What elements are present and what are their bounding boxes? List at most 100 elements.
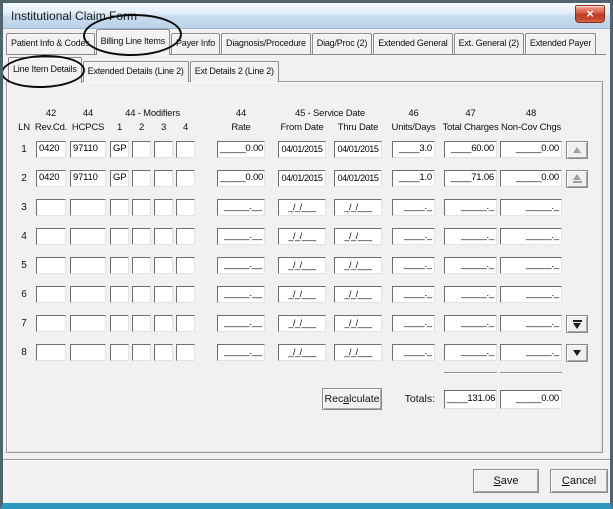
total-charges-field[interactable]: _____._	[444, 228, 497, 245]
non-cov-chgs-field[interactable]: _____._	[500, 199, 562, 216]
modifier-3-field[interactable]	[154, 199, 173, 216]
rate-field[interactable]: _____0.00	[217, 170, 265, 187]
rate-field[interactable]: _____.__	[217, 344, 265, 361]
hcpcs-field[interactable]	[70, 228, 106, 245]
scroll-to-top-button[interactable]	[566, 170, 588, 188]
from-date-field[interactable]: _/_/___	[278, 199, 326, 216]
scroll-down-button[interactable]	[566, 344, 588, 362]
outer-tab-extended-payer[interactable]: Extended Payer	[525, 33, 596, 54]
inner-tab-extended-details-line-2[interactable]: Extended Details (Line 2)	[83, 61, 189, 82]
total-charges-field[interactable]: _____._	[444, 257, 497, 274]
non-cov-chgs-field[interactable]: _____._	[500, 315, 562, 332]
modifier-4-field[interactable]	[176, 257, 195, 274]
modifier-1-field[interactable]	[110, 228, 129, 245]
units-days-field[interactable]: ____._	[392, 315, 435, 332]
thru-date-field[interactable]: _/_/___	[334, 257, 382, 274]
modifier-1-field[interactable]	[110, 315, 129, 332]
units-days-field[interactable]: ____._	[392, 344, 435, 361]
modifier-3-field[interactable]	[154, 257, 173, 274]
units-days-field[interactable]: ____._	[392, 286, 435, 303]
thru-date-field[interactable]: _/_/___	[334, 286, 382, 303]
total-charges-field[interactable]: ____60.00	[444, 141, 497, 158]
modifier-3-field[interactable]	[154, 315, 173, 332]
hcpcs-field[interactable]	[70, 344, 106, 361]
from-date-field[interactable]: _/_/___	[278, 315, 326, 332]
rate-field[interactable]: _____.__	[217, 228, 265, 245]
modifier-2-field[interactable]	[132, 344, 151, 361]
non-cov-chgs-field[interactable]: _____._	[500, 228, 562, 245]
rev-code-field[interactable]	[36, 315, 66, 332]
non-cov-chgs-field[interactable]: _____._	[500, 257, 562, 274]
modifier-4-field[interactable]	[176, 344, 195, 361]
total-charges-field[interactable]: ____71.06	[444, 170, 497, 187]
modifier-2-field[interactable]	[132, 257, 151, 274]
units-days-field[interactable]: ____._	[392, 199, 435, 216]
thru-date-field[interactable]: _/_/___	[334, 228, 382, 245]
modifier-1-field[interactable]	[110, 199, 129, 216]
outer-tab-extended-general[interactable]: Extended General	[373, 33, 452, 54]
modifier-4-field[interactable]	[176, 315, 195, 332]
modifier-4-field[interactable]	[176, 141, 195, 158]
scroll-to-bottom-button[interactable]	[566, 315, 588, 333]
from-date-field[interactable]: 04/01/2015	[278, 170, 326, 187]
hcpcs-field[interactable]	[70, 199, 106, 216]
thru-date-field[interactable]: _/_/___	[334, 344, 382, 361]
from-date-field[interactable]: _/_/___	[278, 228, 326, 245]
close-button[interactable]: ×	[575, 5, 605, 23]
modifier-2-field[interactable]	[132, 170, 151, 187]
modifier-1-field[interactable]	[110, 344, 129, 361]
hcpcs-field[interactable]	[70, 286, 106, 303]
modifier-3-field[interactable]	[154, 170, 173, 187]
modifier-1-field[interactable]	[110, 257, 129, 274]
thru-date-field[interactable]: 04/01/2015	[334, 141, 382, 158]
outer-tab-diagnosis-procedure[interactable]: Diagnosis/Procedure	[221, 33, 311, 54]
rev-code-field[interactable]	[36, 286, 66, 303]
rev-code-field[interactable]	[36, 228, 66, 245]
modifier-3-field[interactable]	[154, 141, 173, 158]
totals-total-charges-field[interactable]: ____131.06	[444, 390, 497, 409]
hcpcs-field[interactable]: 97110	[70, 141, 106, 158]
rev-code-field[interactable]: 0420	[36, 141, 66, 158]
modifier-1-field[interactable]: GP	[110, 170, 129, 187]
from-date-field[interactable]: _/_/___	[278, 286, 326, 303]
modifier-1-field[interactable]	[110, 286, 129, 303]
non-cov-chgs-field[interactable]: _____._	[500, 344, 562, 361]
modifier-3-field[interactable]	[154, 344, 173, 361]
outer-tab-diag-proc-2[interactable]: Diag/Proc (2)	[312, 33, 372, 54]
modifier-3-field[interactable]	[154, 228, 173, 245]
totals-non-cov-chgs-field[interactable]: _____0.00	[500, 390, 562, 409]
hcpcs-field[interactable]	[70, 257, 106, 274]
total-charges-field[interactable]: _____._	[444, 315, 497, 332]
units-days-field[interactable]: ____._	[392, 257, 435, 274]
modifier-2-field[interactable]	[132, 228, 151, 245]
total-charges-field[interactable]: _____._	[444, 344, 497, 361]
rate-field[interactable]: _____.__	[217, 199, 265, 216]
cancel-button[interactable]: Cancel	[550, 469, 608, 493]
modifier-2-field[interactable]	[132, 199, 151, 216]
from-date-field[interactable]: _/_/___	[278, 344, 326, 361]
non-cov-chgs-field[interactable]: _____._	[500, 286, 562, 303]
modifier-4-field[interactable]	[176, 228, 195, 245]
thru-date-field[interactable]: 04/01/2015	[334, 170, 382, 187]
modifier-3-field[interactable]	[154, 286, 173, 303]
total-charges-field[interactable]: _____._	[444, 286, 497, 303]
units-days-field[interactable]: ____._	[392, 228, 435, 245]
non-cov-chgs-field[interactable]: _____0.00	[500, 141, 562, 158]
scroll-up-button[interactable]	[566, 141, 588, 159]
save-button[interactable]: Save	[473, 469, 539, 493]
modifier-1-field[interactable]: GP	[110, 141, 129, 158]
recalculate-button[interactable]: Recalculate	[322, 388, 382, 410]
rev-code-field[interactable]	[36, 257, 66, 274]
from-date-field[interactable]: 04/01/2015	[278, 141, 326, 158]
rate-field[interactable]: _____0.00	[217, 141, 265, 158]
rate-field[interactable]: _____.__	[217, 315, 265, 332]
modifier-4-field[interactable]	[176, 170, 195, 187]
non-cov-chgs-field[interactable]: _____0.00	[500, 170, 562, 187]
outer-tab-patient-info-codes[interactable]: Patient Info & Codes	[6, 33, 95, 54]
modifier-2-field[interactable]	[132, 286, 151, 303]
modifier-2-field[interactable]	[132, 141, 151, 158]
rate-field[interactable]: _____.__	[217, 257, 265, 274]
outer-tab-ext-general-2[interactable]: Ext. General (2)	[454, 33, 524, 54]
units-days-field[interactable]: ____1.0	[392, 170, 435, 187]
hcpcs-field[interactable]: 97110	[70, 170, 106, 187]
